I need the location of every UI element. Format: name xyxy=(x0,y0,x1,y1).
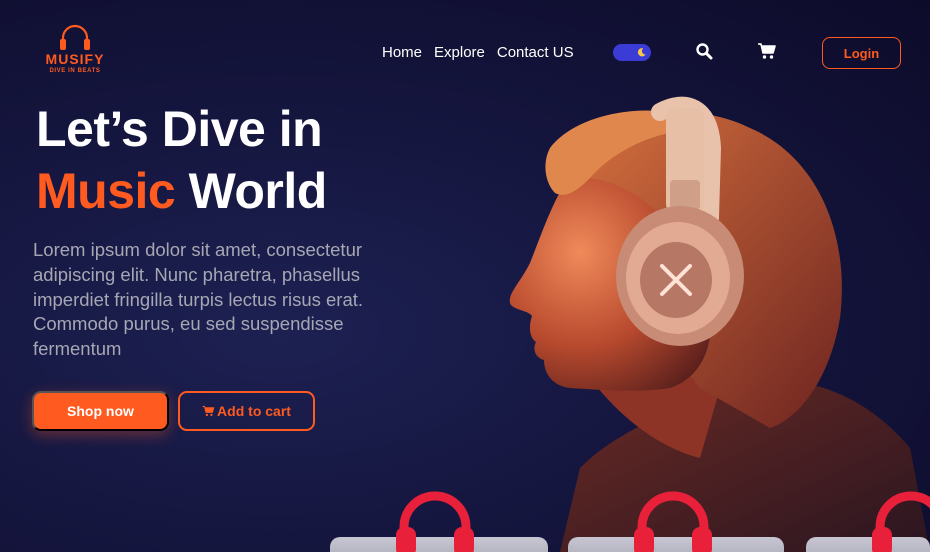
nav-home[interactable]: Home xyxy=(382,44,422,61)
product-card[interactable] xyxy=(330,491,548,552)
theme-toggle[interactable] xyxy=(613,44,651,61)
hero-title-line1: Let’s Dive in xyxy=(36,101,323,157)
brand-tagline: DIVE IN BEATS xyxy=(49,68,101,74)
product-card[interactable] xyxy=(806,491,930,552)
nav-contact[interactable]: Contact US xyxy=(497,44,574,61)
hero-title-accent: Music xyxy=(36,163,176,219)
landing-page: MUSIFY DIVE IN BEATS Home Explore Contac… xyxy=(0,0,930,552)
brand-logo[interactable]: MUSIFY DIVE IN BEATS xyxy=(40,24,110,80)
headphones-icon xyxy=(634,491,712,552)
search-icon xyxy=(696,43,713,60)
shop-now-button[interactable]: Shop now xyxy=(32,391,169,431)
cart-button[interactable] xyxy=(757,42,777,60)
login-button[interactable]: Login xyxy=(822,37,901,69)
hero-description: Lorem ipsum dolor sit amet, consectetur … xyxy=(33,239,364,360)
product-card[interactable] xyxy=(568,491,784,552)
cart-icon xyxy=(202,405,215,417)
hero-title: Let’s Dive in Music World xyxy=(36,98,327,222)
main-nav: Home Explore Contact US xyxy=(382,44,574,61)
search-button[interactable] xyxy=(695,42,715,62)
headphones-icon xyxy=(396,491,474,552)
headphones-icon xyxy=(60,24,90,50)
headphones-icon xyxy=(872,491,930,552)
cart-icon xyxy=(758,43,776,59)
add-to-cart-button[interactable]: Add to cart xyxy=(178,391,315,431)
hero-title-rest: World xyxy=(175,163,328,219)
add-to-cart-label: Add to cart xyxy=(217,403,291,419)
moon-icon xyxy=(637,48,646,57)
nav-explore[interactable]: Explore xyxy=(434,44,485,61)
hero-image xyxy=(509,96,930,552)
brand-name: MUSIFY xyxy=(45,51,105,67)
